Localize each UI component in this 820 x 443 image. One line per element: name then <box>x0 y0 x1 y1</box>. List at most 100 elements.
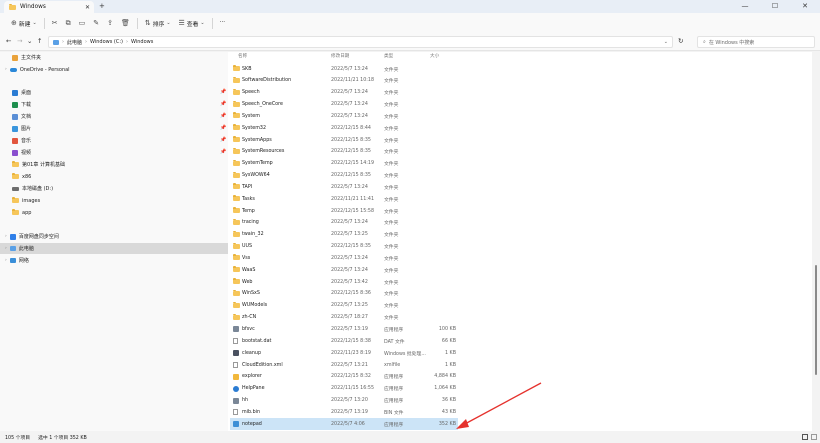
column-header-type[interactable]: 类型 <box>384 52 393 61</box>
file-row[interactable]: SystemResources 2022/12/15 8:35 文件夹 <box>230 146 458 158</box>
folder-icon <box>233 289 240 298</box>
chevron-right-icon[interactable]: › <box>5 258 7 263</box>
sidebar-item-this-pc[interactable]: › 此电脑 <box>0 243 228 254</box>
sidebar-item-onedrive[interactable]: › OneDrive - Personal <box>0 64 228 75</box>
column-header-name[interactable]: 名称 <box>238 52 247 61</box>
sidebar-item-desktop[interactable]: 桌面 <box>0 87 228 98</box>
close-tab-icon[interactable]: ✕ <box>85 4 90 11</box>
file-row[interactable]: CloudEdition.xml 2022/5/7 13:21 xmlfile 1 K… <box>230 359 458 371</box>
copy-button[interactable]: ⧉ <box>62 16 75 30</box>
sidebar-item-pictures[interactable]: 图片 <box>0 123 228 134</box>
file-row[interactable]: twain_32 2022/5/7 13:25 文件夹 <box>230 229 458 241</box>
sort-button[interactable]: ⇅ 排序 ⌄ <box>141 16 175 30</box>
file-row[interactable]: zh-CN 2022/5/7 18:27 文件夹 <box>230 312 458 324</box>
details-view-icon[interactable] <box>802 434 808 440</box>
sidebar-item-baidu[interactable]: › 百度网盘同步空间 <box>0 231 228 242</box>
recent-chevron-icon[interactable]: ⌄ <box>27 37 32 45</box>
file-row[interactable]: UUS 2022/12/15 8:35 文件夹 <box>230 241 458 253</box>
file-row[interactable]: bfsvc 2022/5/7 13:19 应用程序 100 KB <box>230 323 458 335</box>
file-row[interactable]: Web 2022/5/7 13:42 文件夹 <box>230 276 458 288</box>
chevron-right-icon[interactable]: › <box>5 234 7 239</box>
tab-windows[interactable]: Windows ✕ <box>4 1 94 13</box>
breadcrumb-drive[interactable]: Windows (C:) <box>90 39 123 45</box>
file-row[interactable]: WUModels 2022/5/7 13:25 文件夹 <box>230 300 458 312</box>
breadcrumb-pc[interactable]: 此电脑 <box>67 39 82 46</box>
file-name: SysWOW64 <box>242 173 270 179</box>
sidebar-item-network[interactable]: › 网络 <box>0 255 228 266</box>
close-window-button[interactable]: ✕ <box>790 0 820 13</box>
file-row[interactable]: SoftwareDistribution 2022/11/21 10:18 文件夹 <box>230 75 458 87</box>
file-row[interactable]: SKB 2022/5/7 13:24 文件夹 <box>230 63 458 75</box>
cut-button[interactable]: ✂ <box>48 16 62 30</box>
scrollbar-thumb[interactable] <box>815 265 817 375</box>
refresh-icon[interactable]: ↻ <box>678 37 683 45</box>
pin-icon[interactable]: 📌 <box>220 113 226 119</box>
pin-icon[interactable]: 📌 <box>220 101 226 107</box>
pin-icon[interactable]: 📌 <box>220 149 226 155</box>
sidebar-item-home[interactable]: 主文件夹 <box>0 52 228 63</box>
sidebar-item-drive-d[interactable]: 本地磁盘 (D:) <box>0 183 228 194</box>
new-tab-button[interactable]: + <box>99 2 105 10</box>
folder-icon <box>233 207 240 215</box>
minimize-button[interactable]: — <box>730 0 760 13</box>
file-row[interactable]: Tasks 2022/11/21 11:41 文件夹 <box>230 193 458 205</box>
address-bar[interactable]: › 此电脑 › Windows (C:) › Windows ⌄ <box>48 36 673 48</box>
file-row[interactable]: WinSxS 2022/12/15 8:36 文件夹 <box>230 288 458 300</box>
file-row[interactable]: SystemApps 2022/12/15 8:35 文件夹 <box>230 134 458 146</box>
file-type: 应用程序 <box>384 399 404 405</box>
view-button[interactable]: ☰ 查看 ⌄ <box>175 16 209 30</box>
sidebar-item-x86[interactable]: x86 <box>0 171 228 182</box>
file-row[interactable]: notepad 2022/5/7 4:06 应用程序 352 KB <box>230 418 458 431</box>
column-header-date[interactable]: 修改日期 <box>331 52 349 61</box>
file-row[interactable]: SysWOW64 2022/12/15 8:35 文件夹 <box>230 170 458 182</box>
chevron-right-icon[interactable]: › <box>5 246 7 251</box>
search-input[interactable]: ⌕ 在 Windows 中搜索 <box>697 36 815 48</box>
file-icon <box>233 409 238 417</box>
notepad-icon <box>233 421 239 429</box>
new-button[interactable]: ⊕ 新建 ⌄ <box>7 16 41 30</box>
sidebar-item-videos[interactable]: 视频 <box>0 147 228 158</box>
pin-icon[interactable]: 📌 <box>220 125 226 131</box>
sidebar-item-app[interactable]: app <box>0 207 228 218</box>
more-button[interactable]: ··· <box>216 16 230 30</box>
file-row[interactable]: mib.bin 2022/5/7 13:19 BIN 文件 43 KB <box>230 406 458 418</box>
file-row[interactable]: Vss 2022/5/7 13:24 文件夹 <box>230 252 458 264</box>
pin-icon[interactable]: 📌 <box>220 89 226 95</box>
file-row[interactable]: SystemTemp 2022/12/15 14:19 文件夹 <box>230 158 458 170</box>
file-row[interactable]: System32 2022/12/15 8:44 文件夹 <box>230 122 458 134</box>
back-arrow-icon[interactable]: ← <box>6 37 11 45</box>
paste-button[interactable]: ▭ <box>75 16 90 30</box>
file-date: 2022/11/21 11:41 <box>331 196 374 202</box>
file-row[interactable]: WaaS 2022/5/7 13:24 文件夹 <box>230 264 458 276</box>
sidebar-item-images[interactable]: images <box>0 195 228 206</box>
file-row[interactable]: Speech_OneCore 2022/5/7 13:24 文件夹 <box>230 99 458 111</box>
breadcrumb-windows[interactable]: Windows <box>131 39 153 45</box>
maximize-button[interactable]: ☐ <box>760 0 790 13</box>
file-row[interactable]: System 2022/5/7 13:24 文件夹 <box>230 110 458 122</box>
address-dropdown-icon[interactable]: ⌄ <box>664 39 668 45</box>
file-date: 2022/11/21 10:18 <box>331 78 374 84</box>
file-row[interactable]: explorer 2022/12/15 8:32 应用程序 4,884 KB <box>230 371 458 383</box>
vertical-scrollbar[interactable] <box>812 52 820 431</box>
rename-button[interactable]: ✎ <box>89 16 103 30</box>
file-row[interactable]: Speech 2022/5/7 13:24 文件夹 <box>230 87 458 99</box>
sidebar-item-documents[interactable]: 文档 <box>0 111 228 122</box>
up-arrow-icon[interactable]: ↑ <box>37 37 42 45</box>
file-row[interactable]: HelpPane 2022/11/15 16:55 应用程序 1,064 KB <box>230 383 458 395</box>
file-row[interactable]: Temp 2022/12/15 15:58 文件夹 <box>230 205 458 217</box>
tiles-view-icon[interactable] <box>811 434 817 440</box>
delete-button[interactable]: 🗑 <box>117 16 134 30</box>
sidebar-item-downloads[interactable]: 下载 <box>0 99 228 110</box>
file-row[interactable]: TAPI 2022/5/7 13:24 文件夹 <box>230 181 458 193</box>
forward-arrow-icon[interactable]: → <box>17 37 22 45</box>
share-button[interactable]: ⇪ <box>103 16 117 30</box>
file-row[interactable]: cleanup 2022/11/23 8:19 Windows 批处理... 1 KB <box>230 347 458 359</box>
file-row[interactable]: bootstat.dat 2022/12/15 8:38 DAT 文件 66 KB <box>230 335 458 347</box>
file-row[interactable]: hh 2022/5/7 13:20 应用程序 36 KB <box>230 395 458 407</box>
pin-icon[interactable]: 📌 <box>220 137 226 143</box>
column-header-size[interactable]: 大小 <box>430 52 439 61</box>
sidebar-item-music[interactable]: 音乐 <box>0 135 228 146</box>
sidebar-item-chapter01[interactable]: 第01章 计算机基础 <box>0 159 228 170</box>
chevron-right-icon[interactable]: › <box>5 67 7 72</box>
file-row[interactable]: tracing 2022/5/7 13:24 文件夹 <box>230 217 458 229</box>
